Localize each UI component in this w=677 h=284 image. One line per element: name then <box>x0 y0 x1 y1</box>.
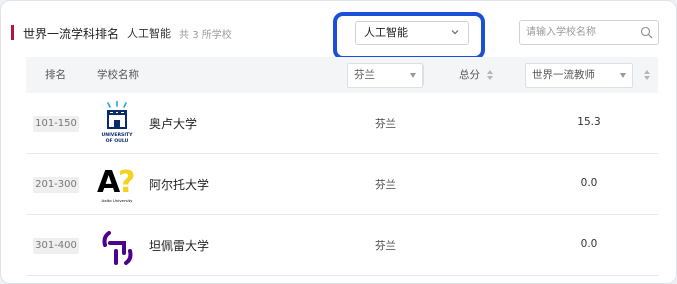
ranking-panel: 世界一流学科排名 人工智能 共 3 所学校 人工智能 排名 学校名称 芬兰 总 <box>0 0 677 284</box>
sort-icon[interactable] <box>487 70 493 80</box>
panel-header: 世界一流学科排名 人工智能 共 3 所学校 人工智能 <box>1 1 676 60</box>
page-title: 世界一流学科排名 <box>23 26 120 41</box>
title-group: 世界一流学科排名 人工智能 共 3 所学校 <box>23 25 232 41</box>
university-country: 芬兰 <box>375 118 396 130</box>
column-rank: 排名 <box>45 69 66 81</box>
university-score: 0.0 <box>580 177 598 189</box>
subject-select[interactable]: 人工智能 <box>355 21 469 45</box>
table-row[interactable]: 101-150 UNIVERSITY OF OULU 奥卢大学 芬兰 15.3 <box>26 93 658 154</box>
chevron-down-icon <box>451 30 459 35</box>
search-input[interactable] <box>526 24 638 41</box>
indicator-dropdown[interactable]: 世界一流教师 <box>525 63 633 88</box>
aalto-university-logo: A ? Aalto University <box>97 165 135 203</box>
column-school: 学校名称 <box>97 69 139 81</box>
university-score: 0.0 <box>580 238 598 250</box>
school-search <box>519 20 659 45</box>
indicator-value: 世界一流教师 <box>532 69 595 81</box>
subject-label: 人工智能 <box>127 27 172 40</box>
logo-text: ? <box>118 165 135 200</box>
university-country: 芬兰 <box>375 179 396 191</box>
logo-text: OF OULU <box>106 138 129 144</box>
table-row[interactable]: 301-400 坦佩雷大学 芬兰 0.0 <box>26 215 658 276</box>
school-count: 共 3 所学校 <box>179 29 232 41</box>
subject-select-value: 人工智能 <box>364 26 408 39</box>
header-divider <box>423 65 424 85</box>
table-header: 排名 学校名称 芬兰 总分 世界一流教师 <box>26 57 658 93</box>
rank-badge: 101-150 <box>33 116 79 132</box>
university-of-oulu-logo: UNIVERSITY OF OULU <box>102 101 134 144</box>
university-country: 芬兰 <box>375 240 396 252</box>
university-name[interactable]: 奥卢大学 <box>149 115 197 132</box>
table-row[interactable]: 201-300 A ? Aalto University 阿尔托大学 芬兰 0.… <box>26 154 658 215</box>
title-accent-bar <box>11 25 14 40</box>
search-icon[interactable] <box>640 26 653 39</box>
rank-badge: 301-400 <box>33 238 79 254</box>
country-filter-value: 芬兰 <box>354 69 375 81</box>
tampere-university-logo <box>102 231 133 265</box>
logo-text: UNIVERSITY <box>102 132 134 138</box>
column-total[interactable]: 总分 <box>459 57 480 93</box>
rank-badge: 201-300 <box>33 177 79 193</box>
sort-icon[interactable] <box>644 70 650 80</box>
university-name[interactable]: 坦佩雷大学 <box>149 237 209 254</box>
university-name[interactable]: 阿尔托大学 <box>149 176 209 193</box>
country-filter-dropdown[interactable]: 芬兰 <box>347 63 423 88</box>
caret-down-icon <box>410 73 416 78</box>
university-score: 15.3 <box>577 116 601 128</box>
logo-text: Aalto University <box>102 198 134 203</box>
caret-down-icon <box>620 73 626 78</box>
